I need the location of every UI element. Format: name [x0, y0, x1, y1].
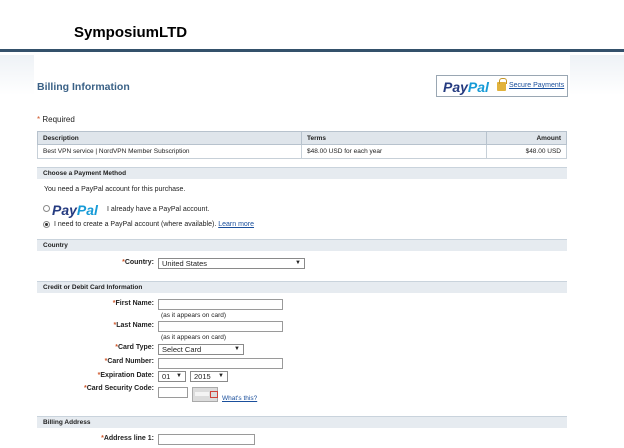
required-star: *	[37, 115, 41, 124]
table-header-row: Description Terms Amount	[37, 131, 567, 145]
item-description: Best VPN service | NordVPN Member Subscr…	[37, 144, 302, 159]
last-name-field[interactable]	[158, 321, 283, 332]
paypal-logo: PayPal	[443, 79, 489, 95]
exp-year-select[interactable]: 2015 ▼	[190, 371, 228, 382]
card-number-field[interactable]	[158, 358, 283, 369]
exp-month-select-box[interactable]: 01 ▼	[158, 371, 186, 382]
lock-icon	[497, 78, 507, 91]
country-select[interactable]: United States ▼	[158, 258, 305, 269]
last-name-hint: (as it appears on card)	[161, 334, 227, 341]
expiration-label: *Expiration Date:	[97, 372, 154, 379]
first-name-field[interactable]	[158, 299, 283, 310]
country-section: Country	[37, 239, 567, 251]
items-table: Description Terms Amount Best VPN servic…	[37, 131, 567, 159]
card-type-select[interactable]: Select Card ▼	[158, 344, 244, 355]
radio-have-account[interactable]	[43, 205, 50, 212]
option-create-account-label: I need to create a PayPal account (where…	[54, 221, 255, 228]
item-amount: $48.00 USD	[486, 144, 567, 159]
first-name-hint: (as it appears on card)	[161, 312, 227, 319]
chevron-down-icon: ▼	[218, 373, 224, 379]
item-terms: $48.00 USD for each year	[301, 144, 487, 159]
card-info-section: Credit or Debit Card Information	[37, 281, 567, 293]
security-code-field[interactable]	[158, 387, 188, 398]
option-have-account-label: I already have a PayPal account.	[107, 206, 210, 213]
card-type-label: *Card Type:	[115, 344, 154, 351]
col-amount: Amount	[486, 131, 567, 145]
chevron-down-icon: ▼	[295, 260, 301, 266]
col-description: Description	[37, 131, 302, 145]
paypal-account-intro: You need a PayPal account for this purch…	[44, 186, 186, 193]
whats-this-link[interactable]: What's this?	[222, 395, 257, 402]
security-code-label: *Card Security Code:	[83, 385, 154, 392]
learn-more-link[interactable]: Learn more	[218, 221, 254, 228]
paypal-logo-large: PayPal	[52, 202, 98, 218]
last-name-label: *Last Name:	[113, 322, 154, 329]
chevron-down-icon: ▼	[176, 373, 182, 379]
table-row: Best VPN service | NordVPN Member Subscr…	[37, 144, 567, 159]
required-note: * Required	[37, 115, 75, 124]
billing-title: Billing Information	[37, 81, 130, 93]
secure-payments-link[interactable]: Secure Payments	[509, 82, 564, 89]
first-name-label: *First Name:	[112, 300, 154, 307]
billing-address-section: Billing Address	[37, 416, 567, 428]
card-number-label: *Card Number:	[104, 358, 154, 365]
chevron-down-icon: ▼	[234, 346, 240, 352]
col-terms: Terms	[301, 131, 487, 145]
radio-create-account[interactable]	[43, 221, 50, 228]
payment-method-section: Choose a Payment Method	[37, 167, 567, 179]
paypal-secure-badge[interactable]: PayPal Secure Payments	[436, 75, 568, 97]
brand-name: SymposiumLTD	[74, 24, 188, 41]
card-security-code-icon	[192, 387, 218, 402]
address1-label: *Address line 1:	[101, 435, 154, 442]
address1-field[interactable]	[158, 434, 255, 445]
country-label: *Country:	[122, 259, 154, 266]
